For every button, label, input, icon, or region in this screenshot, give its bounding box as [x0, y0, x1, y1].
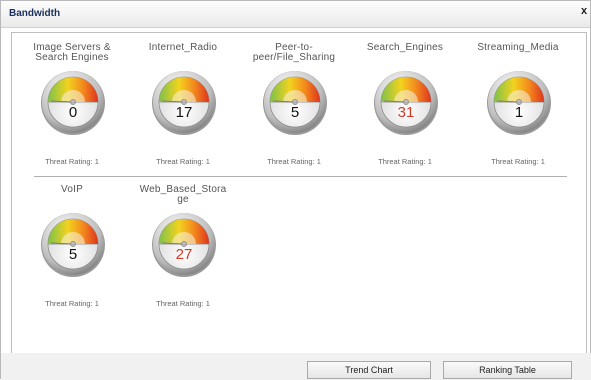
gauge-dial-icon: 17 — [152, 71, 216, 135]
gauge-label: Internet_Radio — [148, 42, 218, 53]
threat-rating: Threat Rating: 1 — [378, 157, 432, 166]
gauge-panel: Image Servers & Search Engines 0 Threat R… — [11, 32, 587, 354]
gauge-value: 31 — [398, 104, 415, 121]
gauge-value: 5 — [291, 104, 299, 121]
gauge-value: 1 — [515, 104, 523, 121]
gauge-item-voip: VoIP 5 Threat Rating: 1 — [18, 185, 126, 315]
gauge-label: VoIP — [61, 184, 83, 195]
gauge-value: 0 — [69, 104, 77, 121]
title-bar: Bandwidth x — [1, 1, 590, 28]
trend-chart-button[interactable]: Trend Chart — [307, 361, 431, 379]
threat-rating: Threat Rating: 1 — [156, 299, 210, 308]
gauge-value: 27 — [176, 246, 193, 263]
gauge-item-internet-radio: Internet_Radio 17 Threat Rating: 1 — [129, 43, 237, 173]
row-divider — [34, 176, 567, 177]
gauge-dial-icon: 27 — [152, 213, 216, 277]
bandwidth-window: Bandwidth x Image Servers & Search Engine… — [0, 0, 591, 380]
gauge-item-image-servers: Image Servers & Search Engines 0 Threat R… — [18, 43, 126, 173]
threat-rating: Threat Rating: 1 — [156, 157, 210, 166]
gauge-value: 5 — [69, 246, 77, 263]
threat-rating: Threat Rating: 1 — [45, 157, 99, 166]
gauge-item-web-based-storage: Web_Based_Stora ge 27 Threat Rating: 1 — [129, 185, 237, 315]
gauge-item-peer-to-peer: Peer-to-peer/File_Sharing 5 Threat Ratin… — [240, 43, 348, 173]
gauge-dial-icon: 0 — [41, 71, 105, 135]
threat-rating: Threat Rating: 1 — [45, 299, 99, 308]
gauge-dial-icon: 31 — [374, 71, 438, 135]
gauge-dial-icon: 5 — [41, 213, 105, 277]
ranking-table-button[interactable]: Ranking Table — [443, 361, 572, 379]
gauge-label: Peer-to-peer/File_Sharing — [252, 42, 336, 63]
gauge-item-streaming-media: Streaming_Media 1 Threat Rating: 1 — [464, 43, 572, 173]
gauge-label: Search_Engines — [366, 42, 444, 53]
threat-rating: Threat Rating: 1 — [491, 157, 545, 166]
gauge-label: Image Servers & Search Engines — [33, 42, 111, 63]
gauge-dial-icon: 5 — [263, 71, 327, 135]
threat-rating: Threat Rating: 1 — [267, 157, 321, 166]
window-title: Bandwidth — [9, 8, 61, 19]
gauge-item-search-engines: Search_Engines 31 Threat Rating: 1 — [351, 43, 459, 173]
gauge-label: Streaming_Media — [477, 42, 559, 53]
gauge-value: 17 — [176, 104, 193, 121]
close-icon[interactable]: x — [581, 5, 587, 17]
gauge-dial-icon: 1 — [487, 71, 551, 135]
gauge-label: Web_Based_Stora ge — [139, 184, 227, 205]
